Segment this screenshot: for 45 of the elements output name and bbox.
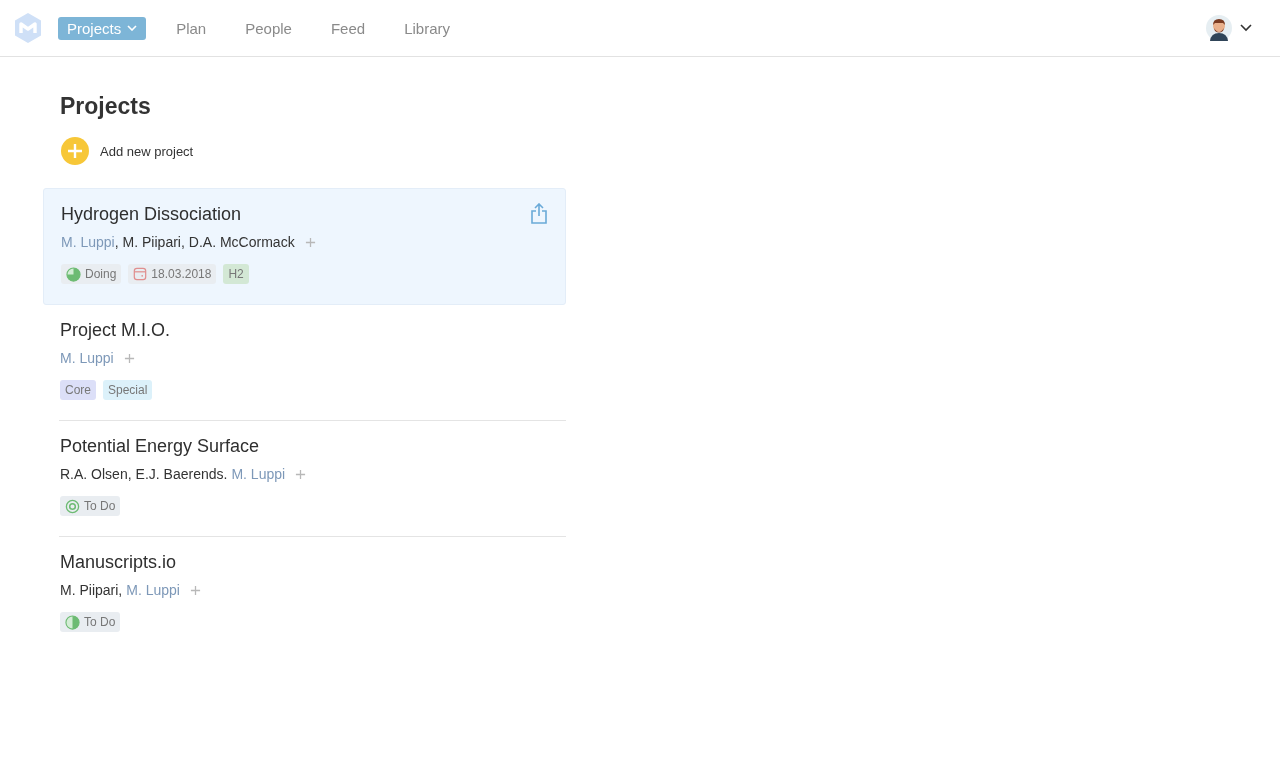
nav-tab[interactable]: Feed: [321, 16, 375, 40]
add-author-icon[interactable]: [295, 468, 307, 480]
add-project-link[interactable]: Add new project: [100, 143, 194, 159]
nav-tab[interactable]: Plan: [167, 16, 216, 40]
project-title: Potential Energy Surface: [60, 435, 260, 457]
project-card[interactable]: Potential Energy Surface R.A. Olsen, E.J. Baerends. M. Luppi To Do: [59, 421, 566, 537]
page-title: Projects: [60, 93, 152, 120]
status-tag[interactable]: To Do: [60, 496, 121, 516]
add-author-icon[interactable]: [123, 352, 135, 364]
project-card[interactable]: Manuscripts.io M. Piipari, M. Luppi To Do: [59, 537, 566, 652]
project-title: Project M.I.O.: [60, 319, 171, 341]
author-name: M. Piipari,: [122, 234, 185, 250]
target-icon: [65, 498, 80, 514]
add-author-icon[interactable]: [304, 236, 316, 248]
author-name: E.J. Baerends.: [135, 466, 228, 482]
pie-chart-icon: [66, 266, 81, 282]
author-name: M. Luppi,: [61, 234, 119, 250]
add-author-icon[interactable]: [189, 584, 201, 596]
status-tag[interactable]: Doing: [61, 264, 122, 284]
caret-icon: [127, 25, 138, 31]
author-name: D.A. McCormack: [188, 234, 295, 250]
author-name: M. Luppi: [126, 582, 180, 598]
label-tag[interactable]: Core: [60, 380, 96, 400]
project-card[interactable]: Project M.I.O. M. Luppi Core Special: [59, 305, 566, 421]
nav-tab[interactable]: People: [236, 16, 301, 40]
nav-tab[interactable]: Projects: [58, 16, 147, 40]
author-name: M. Piipari,: [60, 582, 123, 598]
status-tag[interactable]: To Do: [60, 612, 121, 632]
share-icon[interactable]: [530, 203, 548, 225]
author-name: M. Luppi: [60, 350, 114, 366]
nav-tab[interactable]: Library: [395, 16, 459, 40]
label-tag[interactable]: Special: [103, 380, 153, 400]
project-title: Manuscripts.io: [60, 551, 177, 573]
pie-chart-icon: [65, 614, 80, 630]
author-name: M. Luppi: [231, 466, 286, 482]
chevron-down-icon[interactable]: [1240, 24, 1252, 32]
label-tag[interactable]: H2: [223, 264, 249, 284]
calendar-icon: [133, 267, 148, 281]
project-title: Hydrogen Dissociation: [61, 203, 242, 225]
avatar-icon[interactable]: [1206, 15, 1232, 41]
project-card[interactable]: Hydrogen Dissociation M. Luppi, M. Piipari, D.A. McCormack Doing 18.03.2018 H2: [43, 188, 566, 305]
plus-circle-icon[interactable]: [60, 136, 90, 166]
logo-icon: [12, 12, 44, 44]
author-name: R.A. Olsen,: [60, 466, 132, 482]
date-tag[interactable]: 18.03.2018: [128, 264, 217, 284]
